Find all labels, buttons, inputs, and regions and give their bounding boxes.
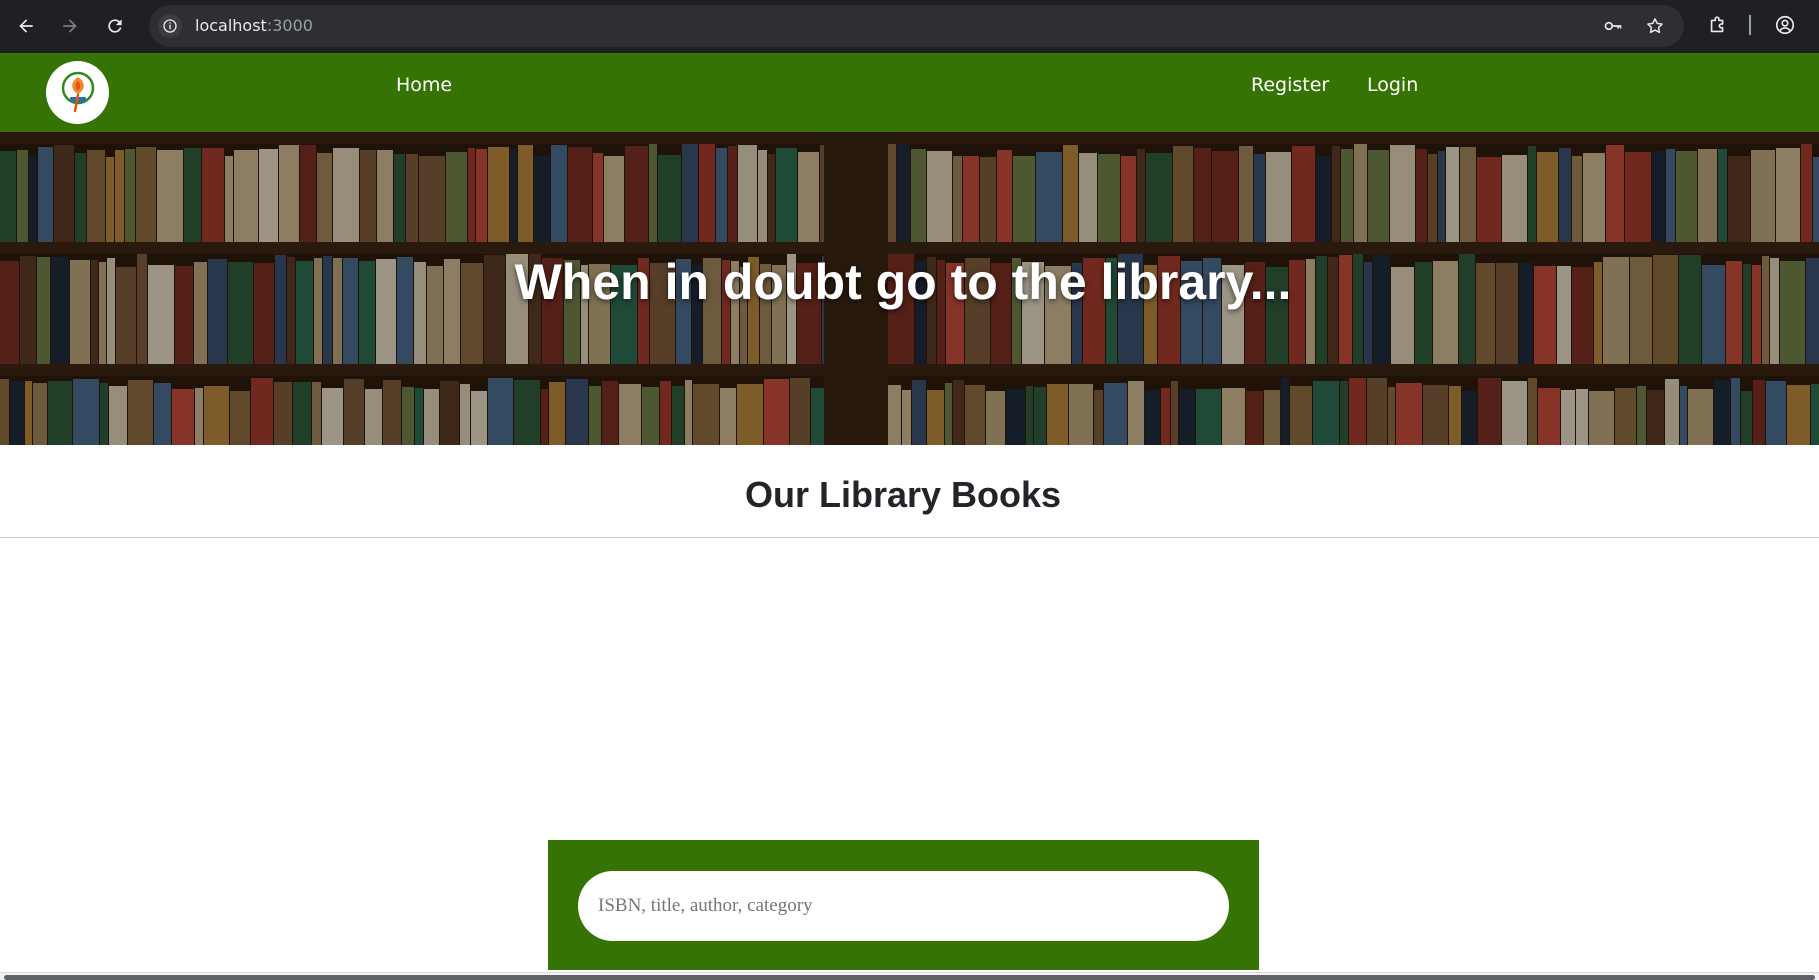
horizontal-scroll-thumb[interactable] bbox=[4, 975, 1815, 980]
profile-button[interactable] bbox=[1773, 13, 1797, 37]
nav-link-home[interactable]: Home bbox=[396, 74, 452, 96]
bookmark-star-icon bbox=[1647, 18, 1663, 34]
search-input[interactable] bbox=[578, 871, 1229, 941]
password-key-icon bbox=[1604, 21, 1622, 31]
site-info-button[interactable] bbox=[158, 14, 182, 38]
site-info-icon bbox=[163, 19, 177, 33]
url-host: localhost bbox=[195, 16, 267, 35]
bookmark-button[interactable] bbox=[1644, 15, 1666, 37]
back-icon bbox=[19, 19, 33, 33]
extensions-icon bbox=[1710, 16, 1724, 33]
search-panel bbox=[548, 840, 1259, 970]
url-port: :3000 bbox=[266, 16, 313, 35]
nav-link-register[interactable]: Register bbox=[1251, 74, 1329, 96]
nav-link-login[interactable]: Login bbox=[1367, 74, 1418, 96]
site-logo-link[interactable] bbox=[46, 61, 109, 124]
extensions-button[interactable] bbox=[1706, 13, 1730, 37]
toolbar-divider bbox=[1749, 15, 1751, 35]
site-navbar: Home Register Login bbox=[0, 53, 1819, 132]
reload-icon bbox=[108, 19, 122, 33]
browser-toolbar: localhost:3000 bbox=[0, 0, 1819, 53]
section-divider bbox=[0, 537, 1819, 538]
section-title: Our Library Books bbox=[744, 474, 1062, 515]
hero-banner: When in doubt go to the library... bbox=[0, 132, 1819, 445]
forward-icon bbox=[63, 19, 77, 33]
horizontal-scrollbar[interactable] bbox=[0, 972, 1819, 980]
back-button[interactable] bbox=[11, 11, 41, 41]
reload-button[interactable] bbox=[100, 11, 130, 41]
profile-icon bbox=[1775, 15, 1795, 35]
password-key-button[interactable] bbox=[1602, 15, 1624, 37]
forward-button[interactable] bbox=[55, 11, 85, 41]
library-logo-icon bbox=[61, 71, 94, 112]
hero-title: When in doubt go to the library... bbox=[514, 254, 1292, 310]
address-bar[interactable]: localhost:3000 bbox=[149, 5, 1684, 47]
url-text[interactable]: localhost:3000 bbox=[195, 16, 313, 35]
